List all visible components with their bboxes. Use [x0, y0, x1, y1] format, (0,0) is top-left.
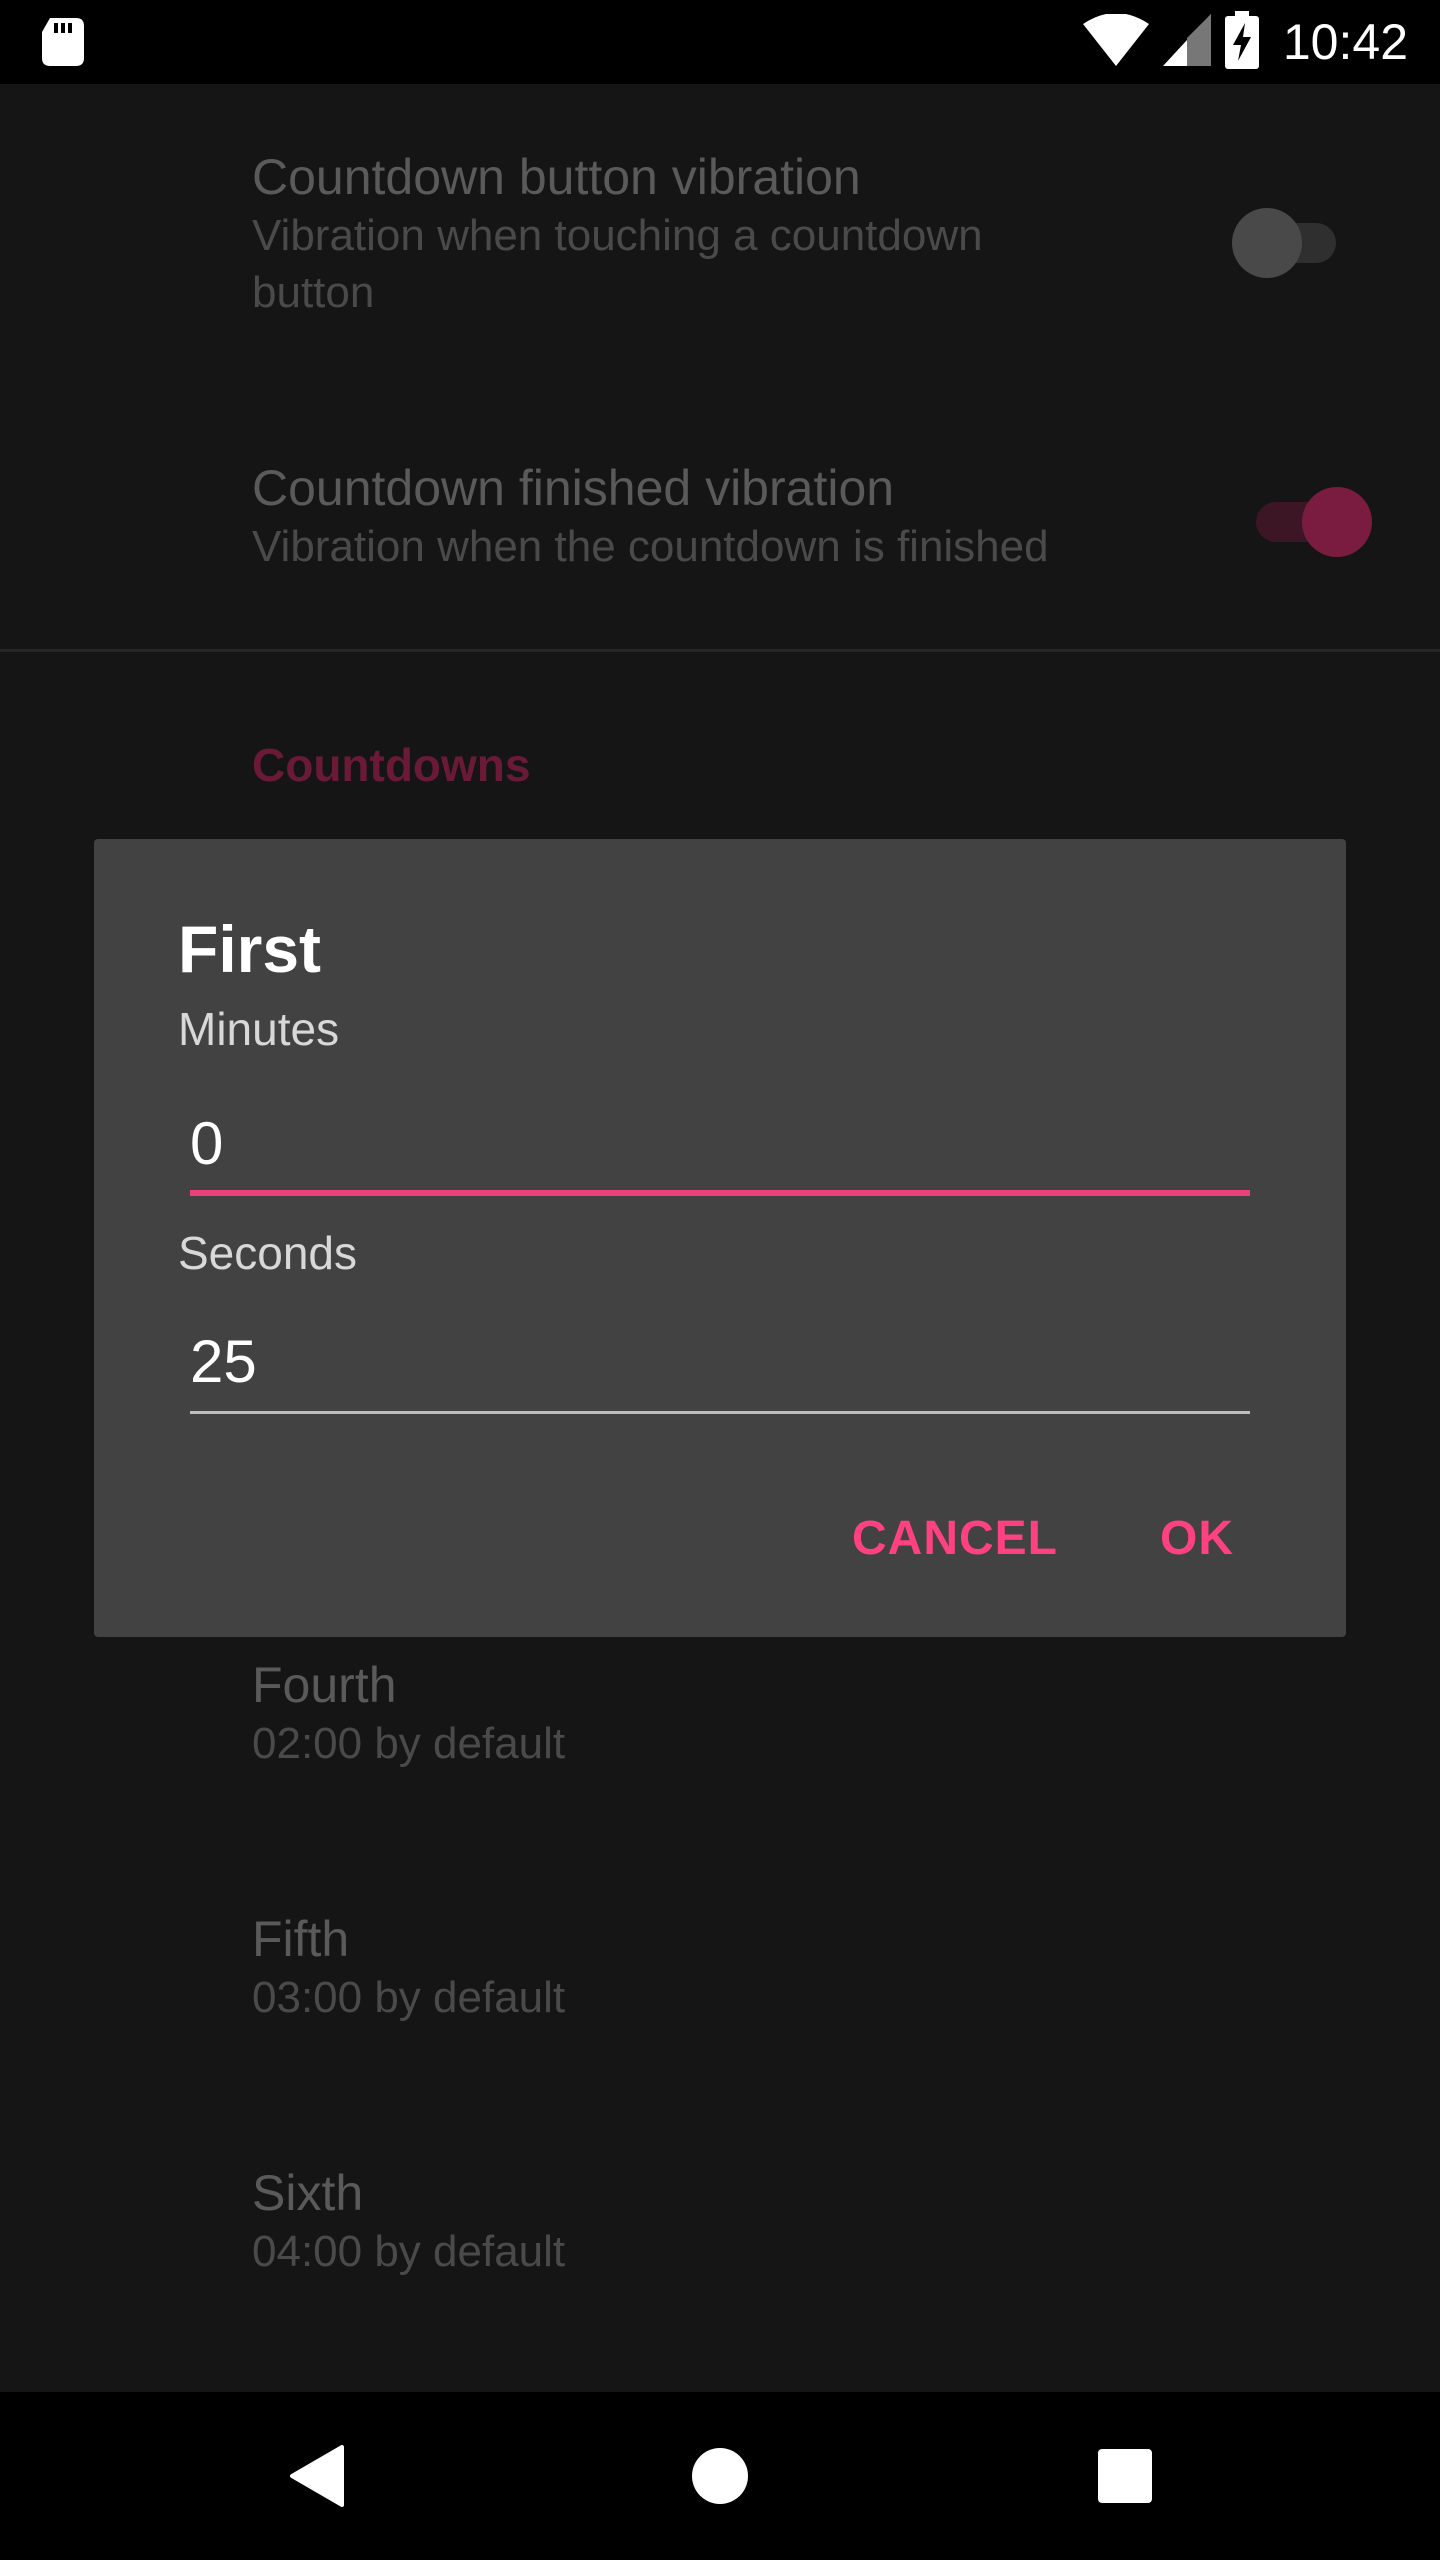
time-dialog: First Minutes 0 Seconds 25 CANCEL OK [94, 839, 1346, 1637]
finished-vibration-switch[interactable] [1250, 486, 1376, 558]
countdown-summary: 02:00 by default [252, 1719, 566, 1768]
list-item[interactable]: Sixth 04:00 by default [252, 2163, 565, 2280]
divider [0, 649, 1440, 652]
home-icon[interactable] [660, 2392, 780, 2560]
status-bar: 10:42 [0, 0, 1440, 84]
category-countdowns: Countdowns [252, 739, 531, 791]
seconds-value: 25 [190, 1328, 257, 1395]
countdown-summary: 03:00 by default [252, 1973, 566, 2022]
countdown-summary: 04:00 by default [252, 2227, 566, 2276]
navigation-bar [0, 2392, 1440, 2560]
signal-icon [1162, 13, 1211, 71]
list-item[interactable]: Fifth 03:00 by default [252, 1909, 565, 2026]
countdown-title: Fifth [252, 1911, 350, 1967]
minutes-input[interactable]: 0 [190, 1110, 1250, 1196]
pref-summary-cont: button [252, 268, 375, 318]
minutes-label: Minutes [178, 1003, 340, 1055]
cancel-button[interactable]: CANCEL [852, 1511, 1058, 1566]
battery-charging-icon [1224, 10, 1259, 74]
ok-button[interactable]: OK [1160, 1511, 1234, 1566]
back-icon[interactable] [256, 2392, 376, 2560]
sd-card-icon [42, 18, 84, 66]
focus-underline [190, 1190, 1250, 1196]
clock: 10:42 [1282, 14, 1408, 70]
pref-finished-vibration[interactable]: Countdown finished vibration Vibration w… [252, 458, 1049, 575]
list-item[interactable]: Fourth 02:00 by default [252, 1655, 565, 1772]
countdown-title: Sixth [252, 2165, 364, 2221]
input-underline [190, 1411, 1250, 1414]
seconds-input[interactable]: 25 [190, 1328, 1250, 1414]
seconds-label: Seconds [178, 1227, 358, 1279]
countdown-title: Fourth [252, 1657, 397, 1713]
wifi-icon [1082, 12, 1149, 71]
pref-title: Countdown finished vibration [252, 460, 895, 516]
pref-button-vibration[interactable]: Countdown button vibration Vibration whe… [252, 147, 983, 321]
dialog-title: First [178, 912, 322, 986]
recents-icon[interactable] [1065, 2392, 1185, 2560]
button-vibration-switch[interactable] [1224, 206, 1350, 278]
minutes-value: 0 [190, 1110, 224, 1177]
pref-summary: Vibration when touching a countdown [252, 211, 983, 260]
pref-summary: Vibration when the countdown is finished [252, 522, 1049, 571]
pref-title: Countdown button vibration [252, 149, 861, 205]
